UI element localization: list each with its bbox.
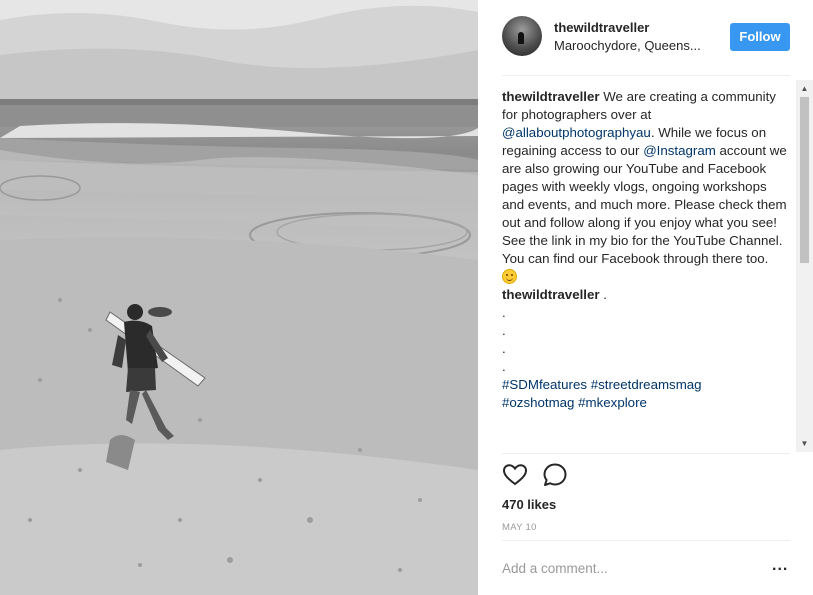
hashtag-sdmfeatures[interactable]: #SDMfeatures bbox=[502, 377, 587, 392]
comments-scrollbar[interactable]: ▲ ▼ bbox=[796, 80, 813, 452]
caption-username[interactable]: thewildtraveller bbox=[502, 89, 600, 104]
more-options-icon[interactable]: ... bbox=[772, 558, 790, 578]
post-photo[interactable] bbox=[0, 0, 478, 595]
dot-line: . bbox=[502, 323, 506, 338]
scroll-up-arrow-icon[interactable]: ▲ bbox=[796, 80, 813, 97]
post-header: thewildtraveller Maroochydore, Queens...… bbox=[502, 16, 792, 60]
second-comment-username[interactable]: thewildtraveller bbox=[502, 287, 600, 302]
smiling-face-emoji-icon bbox=[502, 269, 517, 284]
post-actions bbox=[502, 462, 622, 490]
dot-line: . bbox=[502, 341, 506, 356]
follow-button[interactable]: Follow bbox=[730, 23, 790, 51]
hashtag-ozshotmag[interactable]: #ozshotmag bbox=[502, 395, 574, 410]
scroll-down-arrow-icon[interactable]: ▼ bbox=[796, 435, 813, 452]
comments-list[interactable]: thewildtraveller We are creating a commu… bbox=[502, 88, 792, 452]
photo-scene bbox=[0, 0, 478, 595]
header-divider bbox=[502, 75, 790, 76]
second-comment-text: . bbox=[599, 287, 607, 302]
avatar[interactable] bbox=[502, 16, 542, 56]
mention-allaboutphotographyau[interactable]: @allaboutphotographyau bbox=[502, 125, 651, 140]
caption-comment: thewildtraveller We are creating a commu… bbox=[502, 88, 792, 286]
heart-icon[interactable] bbox=[502, 462, 528, 488]
post-date[interactable]: MAY 10 bbox=[502, 522, 537, 533]
post-details-panel: thewildtraveller Maroochydore, Queens...… bbox=[478, 0, 813, 595]
header-username[interactable]: thewildtraveller bbox=[554, 20, 649, 35]
comment-divider bbox=[502, 540, 790, 541]
hashtags: #SDMfeatures #streetdreamsmag #ozshotmag … bbox=[502, 376, 792, 412]
actions-divider bbox=[502, 453, 790, 454]
dot-line: . bbox=[502, 359, 506, 374]
scroll-thumb[interactable] bbox=[800, 97, 809, 263]
comment-icon[interactable] bbox=[542, 462, 568, 488]
caption-text-3: account we are also growing our YouTube … bbox=[502, 143, 787, 266]
second-comment: thewildtraveller . . . . . bbox=[502, 286, 792, 376]
hashtag-streetdreamsmag[interactable]: #streetdreamsmag bbox=[591, 377, 702, 392]
hashtag-mkexplore[interactable]: #mkexplore bbox=[578, 395, 647, 410]
header-location[interactable]: Maroochydore, Queens... bbox=[554, 38, 714, 53]
likes-count[interactable]: 470 likes bbox=[502, 497, 556, 512]
dot-line: . bbox=[502, 305, 506, 320]
mention-instagram[interactable]: @Instagram bbox=[643, 143, 716, 158]
add-comment-input[interactable] bbox=[502, 556, 742, 580]
